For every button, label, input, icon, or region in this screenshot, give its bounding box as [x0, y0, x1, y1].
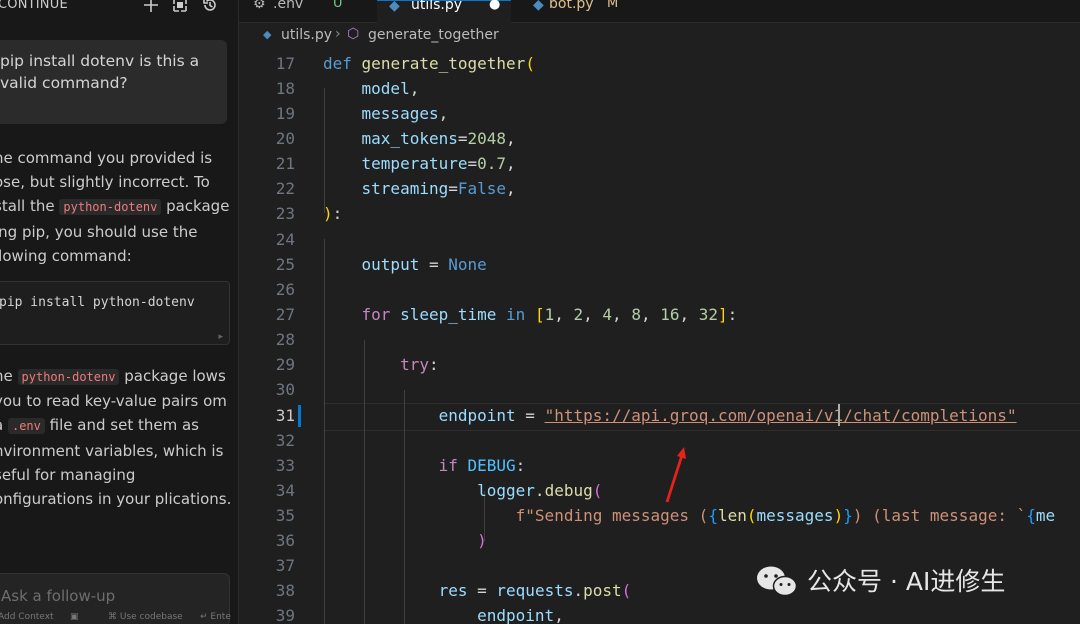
code-line: temperature=0.7, [361, 154, 516, 173]
line-number: 27 [275, 305, 295, 324]
chat-header: CONTINUE [0, 0, 238, 18]
inline-code: .env [7, 418, 45, 435]
indent-guide [324, 239, 325, 624]
chat-title: CONTINUE [0, 0, 68, 12]
line-number: 39 [275, 606, 295, 624]
add-context-button[interactable]: Add Context [0, 612, 54, 622]
wechat-icon [757, 566, 798, 597]
line-number: 20 [275, 129, 295, 148]
line-number: 23 [275, 204, 295, 223]
plus-icon[interactable] [142, 0, 160, 14]
line-number: 32 [275, 431, 295, 450]
user-message-text: pip install dotenv is this a valid comma… [0, 52, 200, 92]
line-number: 19 [275, 104, 295, 123]
tab-utils[interactable]: ◆ utils.py ● [377, 0, 511, 23]
expand-icon[interactable] [171, 0, 189, 14]
breadcrumb-symbol[interactable]: generate_together [368, 27, 499, 43]
scroll-arrow-icon[interactable]: ▸ [218, 332, 223, 342]
watermark-text: 公众号 · AI进修生 [807, 567, 1006, 596]
code-block-text: pip install python-dotenv [0, 295, 195, 310]
code-line: streaming=False, [361, 179, 516, 198]
code-line: model, [361, 79, 420, 98]
code-line: ): [323, 204, 343, 223]
tab-status: U [333, 0, 343, 11]
code-line: if DEBUG: [438, 456, 526, 475]
cube-icon: ⬡ [347, 26, 360, 42]
code-line: try: [400, 355, 439, 374]
line-number: 33 [275, 456, 295, 475]
assistant-reply-2: he python-dotenv package lows you to rea… [0, 364, 234, 511]
reply-text: he [0, 367, 13, 385]
use-codebase-label: Use codebase [119, 612, 183, 622]
code-line: ) [477, 531, 487, 550]
line-number: 17 [275, 54, 295, 73]
code-line: res = requests.post( [438, 581, 632, 600]
user-message-bubble: pip install dotenv is this a valid comma… [0, 40, 227, 124]
text-cursor [838, 404, 840, 426]
line-number: 28 [275, 330, 295, 349]
line-number: 37 [275, 556, 295, 575]
unsaved-dot-icon[interactable]: ● [489, 0, 500, 12]
assistant-reply-1: he command you provided is ose, but slig… [0, 146, 234, 268]
use-codebase-button[interactable]: ⌘ Use codebase [108, 612, 183, 622]
enter-label: Ente [210, 612, 231, 622]
line-number: 31 [275, 406, 295, 425]
code-line: messages, [361, 104, 449, 123]
image-icon[interactable]: ▣ [70, 612, 79, 622]
code-line: endpoint = "https://api.groq.com/openai/… [438, 406, 1017, 425]
python-file-icon: ◆ [389, 0, 400, 14]
chevron-right-icon: › [335, 26, 341, 42]
tab-bot[interactable]: ◆ bot.py M [521, 0, 649, 22]
enter-button[interactable]: ↵ Ente [200, 612, 231, 622]
red-arrow-annotation [665, 447, 686, 503]
chat-footer: Add Context ▣ ⌘ Use codebase ↵ Ente [0, 612, 238, 624]
inline-code: python-dotenv [59, 199, 162, 216]
code-line: endpoint, [477, 606, 564, 624]
endpoint-url[interactable]: "https://api.groq.com/openai/v1/chat/com… [545, 406, 1017, 425]
gear-icon: ⚙ [253, 0, 266, 12]
tab-label: .env [273, 0, 304, 12]
tab-status: M [607, 0, 619, 11]
line-number: 22 [275, 179, 295, 198]
line-number: 24 [275, 230, 295, 249]
chat-panel: CONTINUE pip install dotenv is this a va… [0, 0, 239, 624]
code-line: output = None [361, 255, 487, 274]
tab-label: bot.py [549, 0, 594, 12]
python-file-icon: ◆ [533, 0, 544, 13]
code-editor[interactable]: 17 18 19 20 21 22 23 24 25 26 27 28 29 3… [239, 50, 1080, 624]
code-line: max_tokens=2048, [361, 129, 516, 148]
history-icon[interactable] [201, 0, 219, 14]
code-block: pip install python-dotenv ▸ [0, 281, 230, 345]
code-line: f"Sending messages ({len(messages)}) (la… [515, 506, 1056, 525]
line-number: 38 [275, 581, 295, 600]
code-line: def generate_together( [323, 54, 535, 73]
tab-label: utils.py [411, 0, 463, 13]
line-number: 36 [275, 531, 295, 550]
breadcrumb-file[interactable]: utils.py [281, 27, 332, 43]
line-number: 35 [275, 506, 295, 525]
line-number: 18 [275, 79, 295, 98]
code-line: for sleep_time in [1, 2, 4, 8, 16, 32]: [361, 305, 738, 324]
line-number: 34 [275, 481, 295, 500]
followup-input[interactable] [0, 586, 203, 606]
code-line: logger.debug( [477, 481, 603, 500]
line-number: 25 [275, 255, 295, 274]
python-file-icon: ◆ [263, 28, 272, 41]
inline-code: python-dotenv [17, 369, 120, 385]
line-number: 26 [275, 280, 295, 299]
editor-tab-bar: ⚙ .env U ◆ utils.py ● ◆ bot.py M [239, 0, 1080, 23]
line-number: 30 [275, 380, 295, 399]
modified-line-marker [298, 405, 301, 427]
tab-env[interactable]: ⚙ .env U [239, 0, 367, 22]
breadcrumb: ◆ utils.py › ⬡ generate_together [239, 24, 1080, 50]
line-number: 29 [275, 355, 295, 374]
line-number: 21 [275, 154, 295, 173]
